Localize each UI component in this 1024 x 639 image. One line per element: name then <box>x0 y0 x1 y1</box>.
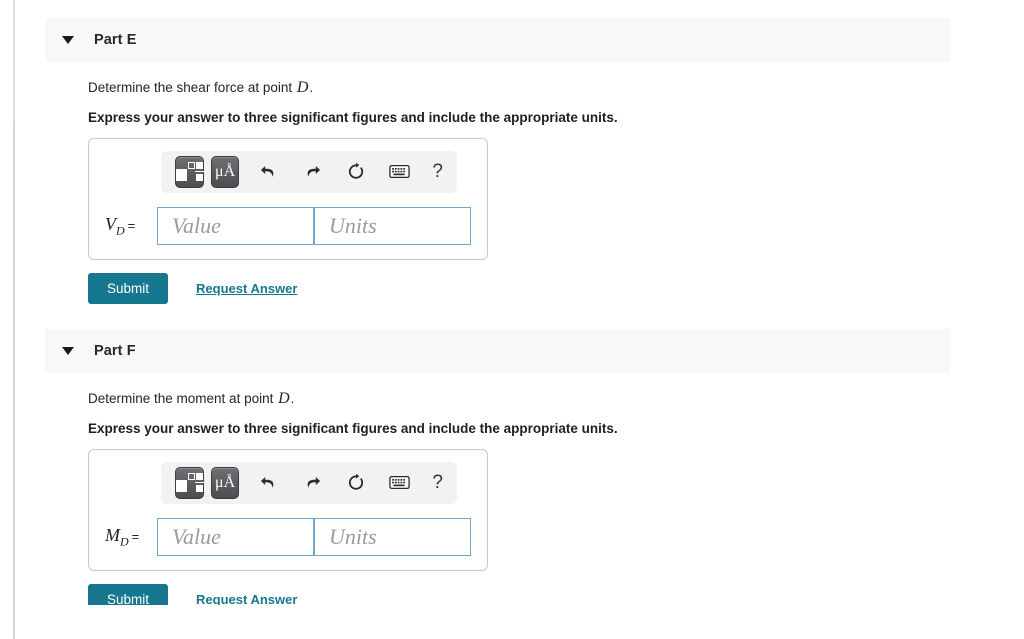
micro-angstrom-icon: μÅ <box>214 162 236 180</box>
units-input-e[interactable]: Units <box>314 206 471 245</box>
equals-sign-e: = <box>127 217 136 233</box>
request-answer-link-e[interactable]: Request Answer <box>196 281 297 296</box>
undo-icon[interactable] <box>259 474 278 491</box>
help-question-mark: ? <box>432 471 443 493</box>
math-toolbar-e: μÅ ? <box>161 150 457 193</box>
reset-icon[interactable] <box>347 162 365 181</box>
part-section-f: Part F Determine the moment at point D. … <box>45 329 950 616</box>
prompt-text-f: Determine the moment at point <box>88 391 278 406</box>
part-section-e: Part E Determine the shear force at poin… <box>45 18 950 305</box>
caret-down-icon[interactable] <box>62 36 74 44</box>
answer-box-e: μÅ ? VD = Value Units <box>88 137 488 260</box>
prompt-variable-e: D <box>296 79 309 96</box>
units-input-f[interactable]: Units <box>314 517 471 556</box>
prompt-variable-f: D <box>278 390 290 407</box>
part-header-e[interactable]: Part E <box>45 18 950 62</box>
units-button-e[interactable]: μÅ <box>210 155 240 188</box>
variable-symbol-e: V <box>105 213 116 234</box>
micro-angstrom-icon: μÅ <box>214 473 236 491</box>
part-instruction-f: Express your answer to three significant… <box>88 420 618 436</box>
units-placeholder-e: Units <box>329 212 377 238</box>
units-button-f[interactable]: μÅ <box>210 466 240 499</box>
part-prompt-f: Determine the moment at point D. <box>88 388 950 410</box>
variable-subscript-e: D <box>116 223 125 238</box>
help-question-mark: ? <box>432 160 443 182</box>
reset-icon[interactable] <box>347 473 365 492</box>
variable-subscript-f: D <box>120 534 129 549</box>
answer-row-e: VD = Value Units <box>105 206 471 245</box>
units-placeholder-f: Units <box>329 523 377 549</box>
variable-symbol-f: M <box>105 524 120 545</box>
part-body-e: Determine the shear force at point D. Ex… <box>45 62 950 260</box>
undo-icon[interactable] <box>259 163 278 180</box>
math-template-icon <box>176 161 205 182</box>
submit-button-e[interactable]: Submit <box>88 272 169 305</box>
part-header-f[interactable]: Part F <box>45 329 950 373</box>
answer-variable-label-f: MD = <box>105 525 157 550</box>
part-title-f: Part F <box>94 343 136 359</box>
left-page-rule-lower <box>13 122 15 639</box>
caret-down-icon[interactable] <box>62 347 74 355</box>
answer-box-f: μÅ ? MD = Value Units <box>88 448 488 571</box>
part-title-e: Part E <box>94 32 137 48</box>
answer-variable-label-e: VD = <box>105 214 157 239</box>
math-template-button-f[interactable] <box>175 466 205 499</box>
part-body-f: Determine the moment at point D. Express… <box>45 373 950 571</box>
actions-e: Submit Request Answer <box>45 272 950 305</box>
keyboard-icon[interactable] <box>389 165 411 179</box>
answer-row-f: MD = Value Units <box>105 517 471 556</box>
redo-icon[interactable] <box>303 474 322 491</box>
prompt-text-e: Determine the shear force at point <box>88 80 296 95</box>
keyboard-icon[interactable] <box>389 476 411 490</box>
prompt-suffix-e: . <box>309 80 314 95</box>
part-prompt-e: Determine the shear force at point D. <box>88 77 950 99</box>
help-icon[interactable]: ? <box>432 161 443 183</box>
bottom-clip-mask <box>16 605 1024 639</box>
math-template-icon <box>176 472 205 493</box>
prompt-suffix-f: . <box>290 391 295 406</box>
math-toolbar-f: μÅ ? <box>161 461 457 504</box>
value-input-e[interactable]: Value <box>157 206 314 245</box>
math-template-button-e[interactable] <box>175 155 205 188</box>
redo-icon[interactable] <box>303 163 322 180</box>
value-placeholder-f: Value <box>172 523 221 549</box>
equals-sign-f: = <box>131 528 140 544</box>
help-icon[interactable]: ? <box>432 472 443 494</box>
value-input-f[interactable]: Value <box>157 517 314 556</box>
value-placeholder-e: Value <box>172 212 221 238</box>
part-instruction-e: Express your answer to three significant… <box>88 109 618 125</box>
